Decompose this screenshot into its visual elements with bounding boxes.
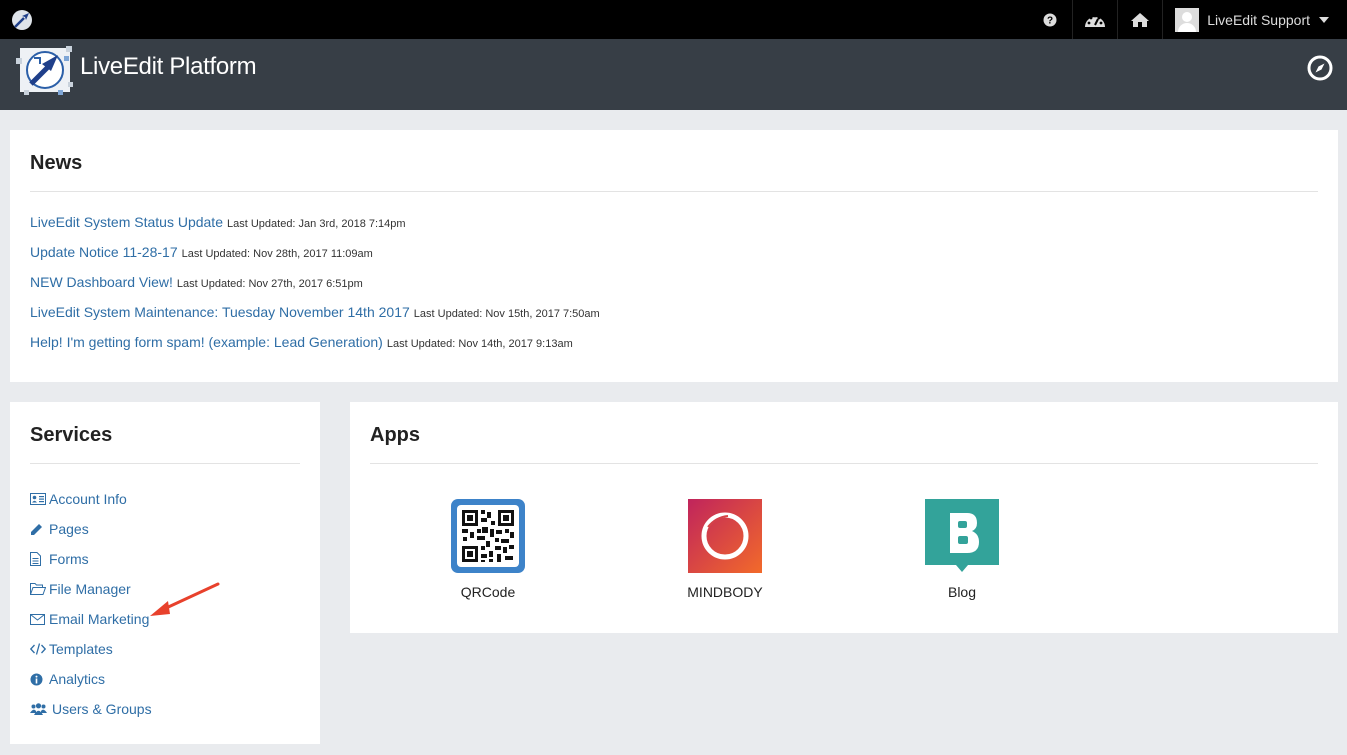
service-label: Analytics: [49, 671, 106, 687]
qrcode-icon: [451, 499, 525, 573]
pencil-icon: [31, 523, 42, 535]
news-item-date: Last Updated: Nov 28th, 2017 11:09am: [181, 248, 373, 260]
dashboard-button[interactable]: [1072, 0, 1117, 39]
dashboard-icon: [1085, 14, 1106, 27]
divider: [30, 191, 1318, 192]
news-panel: News LiveEdit System Status Update Last U…: [10, 130, 1338, 382]
home-icon: [1131, 12, 1150, 27]
service-account-info[interactable]: Account Info: [30, 484, 152, 514]
user-name: LiveEdit Support: [1207, 11, 1310, 28]
blog-icon: [925, 499, 999, 572]
news-list: LiveEdit System Status Update Last Update…: [30, 212, 600, 362]
folder-open-icon: [30, 583, 46, 595]
services-title: Services: [30, 424, 113, 446]
code-icon: [30, 643, 46, 655]
divider: [30, 463, 300, 464]
app-label: Blog: [947, 584, 977, 600]
service-label: File Manager: [49, 581, 131, 597]
id-card-icon: [30, 493, 46, 505]
news-item: Update Notice 11-28-17 Last Updated: Nov …: [30, 242, 600, 272]
annotation-arrow-icon: [150, 582, 220, 616]
news-item: NEW Dashboard View! Last Updated: Nov 27t…: [30, 272, 600, 302]
mindbody-icon: [688, 499, 762, 573]
app-header: LiveEdit Platform: [0, 39, 1347, 110]
service-email-marketing[interactable]: Email Marketing: [30, 604, 152, 634]
app-mindbody[interactable]: MINDBODY: [665, 499, 785, 600]
service-analytics[interactable]: Analytics: [30, 664, 152, 694]
service-label: Pages: [49, 521, 89, 537]
services-panel: Services Account Info Pages Forms File M…: [10, 402, 320, 744]
app-blog[interactable]: Blog: [902, 499, 1022, 600]
help-button[interactable]: ?: [1027, 0, 1072, 39]
news-item-link[interactable]: Update Notice 11-28-17: [30, 244, 178, 260]
news-item-date: Last Updated: Nov 14th, 2017 9:13am: [386, 338, 573, 350]
service-users-groups[interactable]: Users & Groups: [30, 694, 152, 724]
service-forms[interactable]: Forms: [30, 544, 152, 574]
users-icon: [30, 703, 47, 715]
avatar: [1175, 7, 1200, 32]
service-templates[interactable]: Templates: [30, 634, 152, 664]
news-item: Help! I'm getting form spam! (example: L…: [30, 332, 600, 362]
news-item: LiveEdit System Maintenance: Tuesday Nov…: [30, 302, 600, 332]
services-list: Account Info Pages Forms File Manager Em…: [30, 484, 152, 724]
divider: [370, 463, 1318, 464]
news-item-date: Last Updated: Nov 15th, 2017 7:50am: [413, 308, 600, 320]
news-item-date: Last Updated: Jan 3rd, 2018 7:14pm: [227, 218, 406, 230]
apps-panel: Apps QRCode MINDBODY Blog: [350, 402, 1338, 633]
help-icon: ?: [1043, 13, 1057, 26]
liveedit-logo-icon[interactable]: [10, 8, 34, 32]
news-title: News: [30, 152, 83, 174]
news-item: LiveEdit System Status Update Last Update…: [30, 212, 600, 242]
service-pages[interactable]: Pages: [30, 514, 152, 544]
service-label: Account Info: [49, 491, 127, 507]
app-label: QRCode: [460, 584, 516, 600]
compass-icon[interactable]: [1307, 55, 1333, 81]
home-button[interactable]: [1117, 0, 1162, 39]
service-label: Email Marketing: [49, 611, 150, 627]
service-file-manager[interactable]: File Manager: [30, 574, 152, 604]
envelope-icon: [30, 613, 45, 625]
info-icon: [30, 673, 43, 685]
news-item-date: Last Updated: Nov 27th, 2017 6:51pm: [176, 278, 363, 290]
app-qrcode[interactable]: QRCode: [428, 499, 548, 600]
service-label: Templates: [49, 641, 113, 657]
apps-title: Apps: [370, 424, 420, 446]
app-label: MINDBODY: [687, 584, 763, 600]
service-label: Users & Groups: [52, 701, 152, 717]
document-icon: [30, 552, 41, 566]
service-label: Forms: [49, 551, 89, 567]
news-item-link[interactable]: Help! I'm getting form spam! (example: L…: [30, 334, 383, 350]
liveedit-brand-logo-icon[interactable]: [14, 42, 76, 98]
news-item-link[interactable]: NEW Dashboard View!: [30, 274, 173, 290]
news-item-link[interactable]: LiveEdit System Maintenance: Tuesday Nov…: [30, 304, 410, 320]
svg-text:?: ?: [1047, 15, 1053, 26]
news-item-link[interactable]: LiveEdit System Status Update: [30, 214, 223, 230]
caret-down-icon: [1319, 16, 1329, 23]
top-navbar: ? LiveEdit Support: [0, 0, 1347, 39]
brand-title: LiveEdit Platform: [80, 53, 257, 80]
user-menu[interactable]: LiveEdit Support: [1162, 0, 1347, 39]
